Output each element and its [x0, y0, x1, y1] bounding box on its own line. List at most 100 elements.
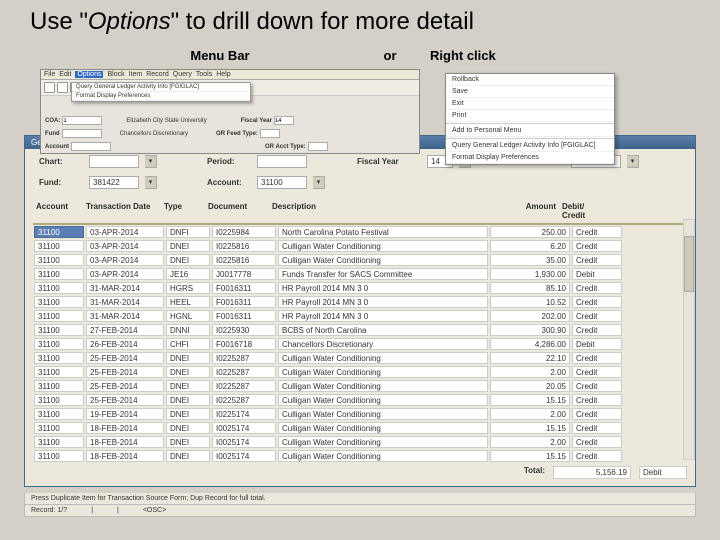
cell-date[interactable]: 25-FEB-2014 — [86, 352, 164, 364]
cell-date[interactable]: 31-MAR-2014 — [86, 282, 164, 294]
cell-amount[interactable]: 15.15 — [490, 422, 570, 434]
table-row[interactable]: 3110025-FEB-2014DNEII0225287Culligan Wat… — [33, 351, 687, 365]
ctx-add-personal[interactable]: Add to Personal Menu — [446, 125, 614, 137]
cell-type[interactable]: HGRS — [166, 282, 210, 294]
fy-input[interactable] — [274, 116, 294, 125]
cell-amount[interactable]: 35.00 — [490, 254, 570, 266]
cell-description[interactable]: Culligan Water Conditioning — [278, 408, 488, 420]
accttype-input[interactable] — [308, 142, 328, 151]
cell-document[interactable]: I0225816 — [212, 240, 276, 252]
cell-account[interactable]: 31100 — [34, 366, 84, 378]
cell-description[interactable]: Culligan Water Conditioning — [278, 352, 488, 364]
account-input-main[interactable]: 31100 — [257, 176, 307, 189]
cell-document[interactable]: I0225287 — [212, 380, 276, 392]
chart-dropdown-icon[interactable]: ▾ — [145, 155, 157, 168]
cell-dc[interactable]: Credit — [572, 282, 622, 294]
cell-account[interactable]: 31100 — [34, 394, 84, 406]
table-row[interactable]: 3110003-APR-2014DNEII0225816Culligan Wat… — [33, 253, 687, 267]
cell-account[interactable]: 31100 — [34, 450, 84, 462]
cell-dc[interactable]: Credit — [572, 296, 622, 308]
table-row[interactable]: 3110018-FEB-2014DNEII0025174Culligan Wat… — [33, 421, 687, 435]
cell-description[interactable]: HR Payroll 2014 MN 3 0 — [278, 310, 488, 322]
cell-account[interactable]: 31100 — [34, 268, 84, 280]
cell-document[interactable]: I0025174 — [212, 436, 276, 448]
cell-type[interactable]: JE16 — [166, 268, 210, 280]
cell-amount[interactable]: 1,930.00 — [490, 268, 570, 280]
table-row[interactable]: 3110025-FEB-2014DNEII0225287Culligan Wat… — [33, 379, 687, 393]
fund-input-main[interactable]: 381422 — [89, 176, 139, 189]
cell-amount[interactable]: 2.00 — [490, 436, 570, 448]
cell-type[interactable]: DNEI — [166, 254, 210, 266]
ctx-save[interactable]: Save — [446, 86, 614, 98]
cell-type[interactable]: HEEL — [166, 296, 210, 308]
cell-date[interactable]: 03-APR-2014 — [86, 226, 164, 238]
table-row[interactable]: 3110031-MAR-2014HEELF0016311HR Payroll 2… — [33, 295, 687, 309]
cell-type[interactable]: DNNI — [166, 324, 210, 336]
cell-dc[interactable]: Credit — [572, 450, 622, 462]
table-scrollbar[interactable] — [683, 219, 695, 460]
ctx-format-prefs[interactable]: Format Display Preferences — [446, 152, 614, 164]
cell-description[interactable]: HR Payroll 2014 MN 3 0 — [278, 296, 488, 308]
cell-type[interactable]: HGNL — [166, 310, 210, 322]
cell-description[interactable]: Culligan Water Conditioning — [278, 422, 488, 434]
cell-type[interactable]: DNEI — [166, 366, 210, 378]
save-icon[interactable] — [44, 82, 55, 93]
context-menu[interactable]: Rollback Save Exit Print Add to Personal… — [445, 73, 615, 165]
rollback-icon[interactable] — [57, 82, 68, 93]
cell-document[interactable]: I0225174 — [212, 408, 276, 420]
cell-dc[interactable]: Credit — [572, 310, 622, 322]
cell-description[interactable]: Culligan Water Conditioning — [278, 394, 488, 406]
cell-account[interactable]: 31100 — [34, 380, 84, 392]
app-menu[interactable]: File Edit Options Block Item Record Quer… — [41, 70, 419, 80]
fund-dropdown-icon[interactable]: ▾ — [145, 176, 157, 189]
menu-block[interactable]: Block — [107, 71, 124, 78]
ctx-query-gl[interactable]: Query General Ledger Activity Info [FGIG… — [446, 140, 614, 152]
cell-document[interactable]: I0225287 — [212, 366, 276, 378]
cell-type[interactable]: DNEI — [166, 436, 210, 448]
table-row[interactable]: 3110018-FEB-2014DNEII0025174Culligan Wat… — [33, 449, 687, 463]
cell-type[interactable]: CHFI — [166, 338, 210, 350]
ctx-print[interactable]: Print — [446, 110, 614, 122]
cell-dc[interactable]: Credit — [572, 422, 622, 434]
cell-dc[interactable]: Credit — [572, 240, 622, 252]
dropdown-item-query[interactable]: Query General Ledger Activity Info [FGIG… — [72, 83, 250, 92]
options-dropdown[interactable]: Query General Ledger Activity Info [FGIG… — [71, 82, 251, 102]
cell-date[interactable]: 31-MAR-2014 — [86, 310, 164, 322]
cell-amount[interactable]: 22.10 — [490, 352, 570, 364]
feed-input[interactable] — [260, 129, 280, 138]
index-dropdown-icon[interactable]: ▾ — [627, 155, 639, 168]
cell-amount[interactable]: 2.00 — [490, 366, 570, 378]
menu-file[interactable]: File — [44, 71, 55, 78]
cell-account[interactable]: 31100 — [34, 240, 84, 252]
cell-dc[interactable]: Credit — [572, 352, 622, 364]
cell-document[interactable]: F0016718 — [212, 338, 276, 350]
cell-type[interactable]: DNEI — [166, 352, 210, 364]
table-row[interactable]: 3110003-APR-2014DNEII0225816Culligan Wat… — [33, 239, 687, 253]
cell-date[interactable]: 25-FEB-2014 — [86, 366, 164, 378]
cell-description[interactable]: Culligan Water Conditioning — [278, 254, 488, 266]
cell-date[interactable]: 18-FEB-2014 — [86, 436, 164, 448]
menu-item[interactable]: Item — [129, 71, 143, 78]
menu-tools[interactable]: Tools — [196, 71, 212, 78]
table-row[interactable]: 3110019-FEB-2014DNEII0225174Culligan Wat… — [33, 407, 687, 421]
table-row[interactable]: 3110026-FEB-2014CHFIF0016718Chancellors … — [33, 337, 687, 351]
menu-help[interactable]: Help — [216, 71, 230, 78]
cell-document[interactable]: I0225287 — [212, 352, 276, 364]
cell-account[interactable]: 31100 — [34, 324, 84, 336]
menu-record[interactable]: Record — [146, 71, 169, 78]
cell-amount[interactable]: 85.10 — [490, 282, 570, 294]
cell-amount[interactable]: 250.00 — [490, 226, 570, 238]
cell-description[interactable]: Culligan Water Conditioning — [278, 240, 488, 252]
cell-type[interactable]: DNEI — [166, 240, 210, 252]
cell-account[interactable]: 31100 — [34, 296, 84, 308]
cell-account[interactable]: 31100 — [34, 226, 84, 238]
cell-document[interactable]: I0225984 — [212, 226, 276, 238]
menu-query[interactable]: Query — [173, 71, 192, 78]
cell-date[interactable]: 18-FEB-2014 — [86, 450, 164, 462]
dropdown-item-format[interactable]: Format Display Preferences — [72, 92, 250, 101]
cell-dc[interactable]: Credit — [572, 324, 622, 336]
cell-account[interactable]: 31100 — [34, 282, 84, 294]
cell-document[interactable]: I0025174 — [212, 450, 276, 462]
cell-dc[interactable]: Credit — [572, 436, 622, 448]
cell-date[interactable]: 18-FEB-2014 — [86, 422, 164, 434]
